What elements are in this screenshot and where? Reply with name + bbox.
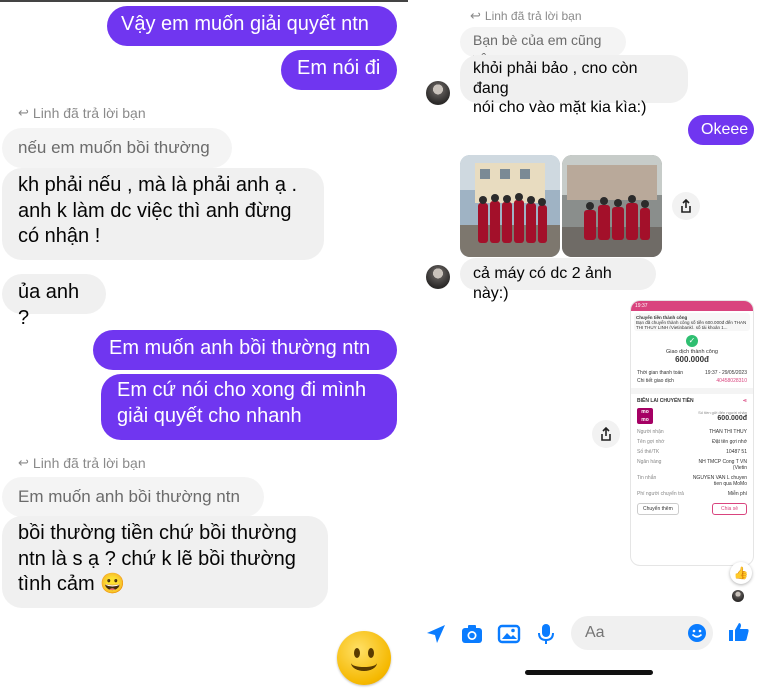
message-text: khỏi phải bảo , cno còn đang nói cho vào…	[473, 60, 647, 117]
row-value: Đặt tên gợi nhớ	[712, 439, 747, 445]
row-label: Phí người chuyển trả	[637, 491, 684, 497]
receipt-row: Người nhận THAN THI THUY	[631, 427, 753, 437]
received-message[interactable]: bồi thường tiền chứ bồi thường ntn là s …	[2, 516, 328, 608]
section-title: BIÊN LAI CHUYỂN TIỀN ⋖	[631, 397, 753, 405]
momo-logo: mo mo	[637, 408, 653, 424]
microphone-icon[interactable]	[534, 622, 558, 646]
share-button[interactable]: Chia sẻ	[712, 503, 747, 515]
status-bar: 19:37	[631, 301, 753, 311]
camera-icon[interactable]	[460, 622, 484, 646]
received-message[interactable]: cả máy có dc 2 ảnh này:)	[460, 258, 656, 302]
gallery-icon[interactable]	[497, 622, 521, 646]
receipt-row: Chi tiết giao dịch 40458028310	[631, 377, 753, 385]
received-message[interactable]: ủa anh ?	[2, 274, 106, 329]
message-text: ủa anh ?	[18, 281, 80, 329]
row-value: 10487 51	[726, 449, 747, 455]
message-text: Okeee	[701, 121, 749, 138]
emoji-icon[interactable]	[687, 623, 707, 643]
message-text: Vậy em muốn giải quyết ntn	[121, 13, 369, 35]
message-text: Em cứ nói cho xong đi mình giải quyết ch…	[117, 379, 367, 427]
quoted-message[interactable]: Bạn bè của em cũng vậy	[460, 27, 626, 66]
message-composer[interactable]	[571, 616, 713, 650]
thumbs-up-reaction-icon[interactable]: 👍	[730, 562, 752, 584]
share-small-icon: ⋖	[742, 398, 747, 404]
notification-body: Bạn đã chuyển thành công số tiền 600.000…	[636, 320, 747, 329]
sent-message[interactable]: Em nói đi	[281, 50, 397, 90]
received-message[interactable]: khỏi phải bảo , cno còn đang nói cho vào…	[460, 55, 688, 116]
row-label: Tin nhắn	[637, 475, 657, 481]
receipt-row: Tên gợi nhớ Đặt tên gợi nhớ	[631, 437, 753, 447]
group-photo[interactable]	[562, 155, 662, 257]
receipt-detail-rows: Người nhận THAN THI THUY Tên gợi nhớ Đặt tê…	[631, 427, 753, 499]
reply-note: ↩ Linh đã trả lời bạn	[18, 105, 146, 121]
reply-arrow-icon: ↩	[18, 105, 29, 120]
message-input[interactable]	[585, 622, 685, 644]
row-label: Người nhận	[637, 429, 664, 435]
reply-note-text: Linh đã trả lời bạn	[32, 455, 146, 471]
reply-arrow-icon: ↩	[470, 8, 481, 23]
like-thumb-icon[interactable]	[727, 620, 751, 644]
row-value: NGUYEN VAN L chuyen tien qua MoMo	[692, 475, 747, 487]
seen-avatar	[732, 590, 744, 602]
right-chat-screenshot: ↩ Linh đã trả lời bạn Bạn bè của em cũng…	[414, 0, 768, 689]
amount-block: mo mo Số tiền gửi đến người nhận 600.000…	[631, 405, 753, 427]
share-icon[interactable]	[592, 420, 620, 448]
location-arrow-icon[interactable]	[424, 622, 448, 646]
reply-arrow-icon: ↩	[18, 455, 29, 470]
sent-message[interactable]: Em cứ nói cho xong đi mình giải quyết ch…	[101, 374, 397, 440]
receipt-row: Số thẻ/TK 10487 51	[631, 447, 753, 457]
momo-receipt-image[interactable]: 19:37 Chuyển tiền thành công Bạn đã chuy…	[630, 300, 754, 566]
contact-avatar[interactable]	[426, 265, 450, 289]
clock-text: 19:37	[635, 303, 648, 309]
group-photo[interactable]	[460, 155, 560, 257]
row-label: Ngân hàng	[637, 459, 662, 465]
sent-message[interactable]: Okeee	[688, 115, 754, 145]
sent-amount: 600.000đ	[717, 415, 747, 422]
sent-message[interactable]: Em muốn anh bồi thường ntn	[93, 330, 397, 370]
receipt-row: Tin nhắn NGUYEN VAN L chuyen tien qua MoM…	[631, 473, 753, 489]
quoted-message[interactable]: nếu em muốn bồi thường	[2, 128, 232, 168]
row-label: Chi tiết giao dịch	[637, 378, 674, 384]
message-text: Em nói đi	[297, 57, 381, 79]
contact-avatar[interactable]	[426, 81, 450, 105]
quoted-message[interactable]: Em muốn anh bồi thường ntn	[2, 477, 264, 517]
reply-note: ↩ Linh đã trả lời bạn	[470, 8, 582, 24]
section-label: BIÊN LAI CHUYỂN TIỀN	[637, 398, 694, 404]
message-text: kh phải nếu , mà là phải anh ạ . anh k l…	[18, 174, 298, 248]
left-chat-screenshot: Vậy em muốn giải quyết ntn Em nói đi ↩ L…	[0, 0, 408, 689]
receipt-row: Thời gian thanh toán 19:37 - 29/05/2023	[631, 369, 753, 377]
smiley-sticker-icon[interactable]	[337, 631, 391, 685]
message-text: nếu em muốn bồi thường	[18, 138, 210, 157]
reply-note-text: Linh đã trả lời bạn	[32, 105, 146, 121]
receipt-actions: Chuyển thêm Chia sẻ	[631, 499, 753, 519]
row-value: NH TMCP Cong T VN (Vietin	[698, 459, 747, 471]
row-label: Tên gợi nhớ	[637, 439, 665, 445]
top-divider	[0, 0, 408, 2]
notification-card: Chuyển tiền thành công Bạn đã chuyển thà…	[634, 313, 750, 331]
message-text: Em muốn anh bồi thường ntn	[109, 337, 371, 359]
row-value: THAN THI THUY	[709, 429, 747, 435]
received-message[interactable]: kh phải nếu , mà là phải anh ạ . anh k l…	[2, 168, 324, 260]
message-text: bồi thường tiền chứ bồi thường ntn là s …	[18, 522, 297, 596]
row-label: Thời gian thanh toán	[637, 370, 684, 376]
share-icon[interactable]	[672, 192, 700, 220]
message-text: cả máy có dc 2 ảnh này:)	[473, 265, 612, 303]
receipt-row: Phí người chuyển trả Miễn phí	[631, 489, 753, 499]
message-text: Em muốn anh bồi thường ntn	[18, 487, 240, 506]
check-icon: ✓	[686, 335, 698, 347]
row-value: 19:37 - 29/05/2023	[705, 370, 747, 376]
sent-message[interactable]: Vậy em muốn giải quyết ntn	[107, 6, 397, 46]
receipt-row: Ngân hàng NH TMCP Cong T VN (Vietin	[631, 457, 753, 473]
transfer-more-button[interactable]: Chuyển thêm	[637, 503, 679, 515]
row-label: Số thẻ/TK	[637, 449, 660, 455]
home-indicator	[525, 670, 653, 675]
amount-text: 600.000đ	[675, 355, 709, 364]
reply-note-text: Linh đã trả lời bạn	[484, 9, 582, 23]
row-value: 40458028310	[716, 378, 747, 384]
reply-note: ↩ Linh đã trả lời bạn	[18, 455, 146, 471]
row-value: Miễn phí	[727, 491, 747, 497]
success-block: ✓ Giao dịch thành công 600.000đ	[631, 335, 753, 364]
